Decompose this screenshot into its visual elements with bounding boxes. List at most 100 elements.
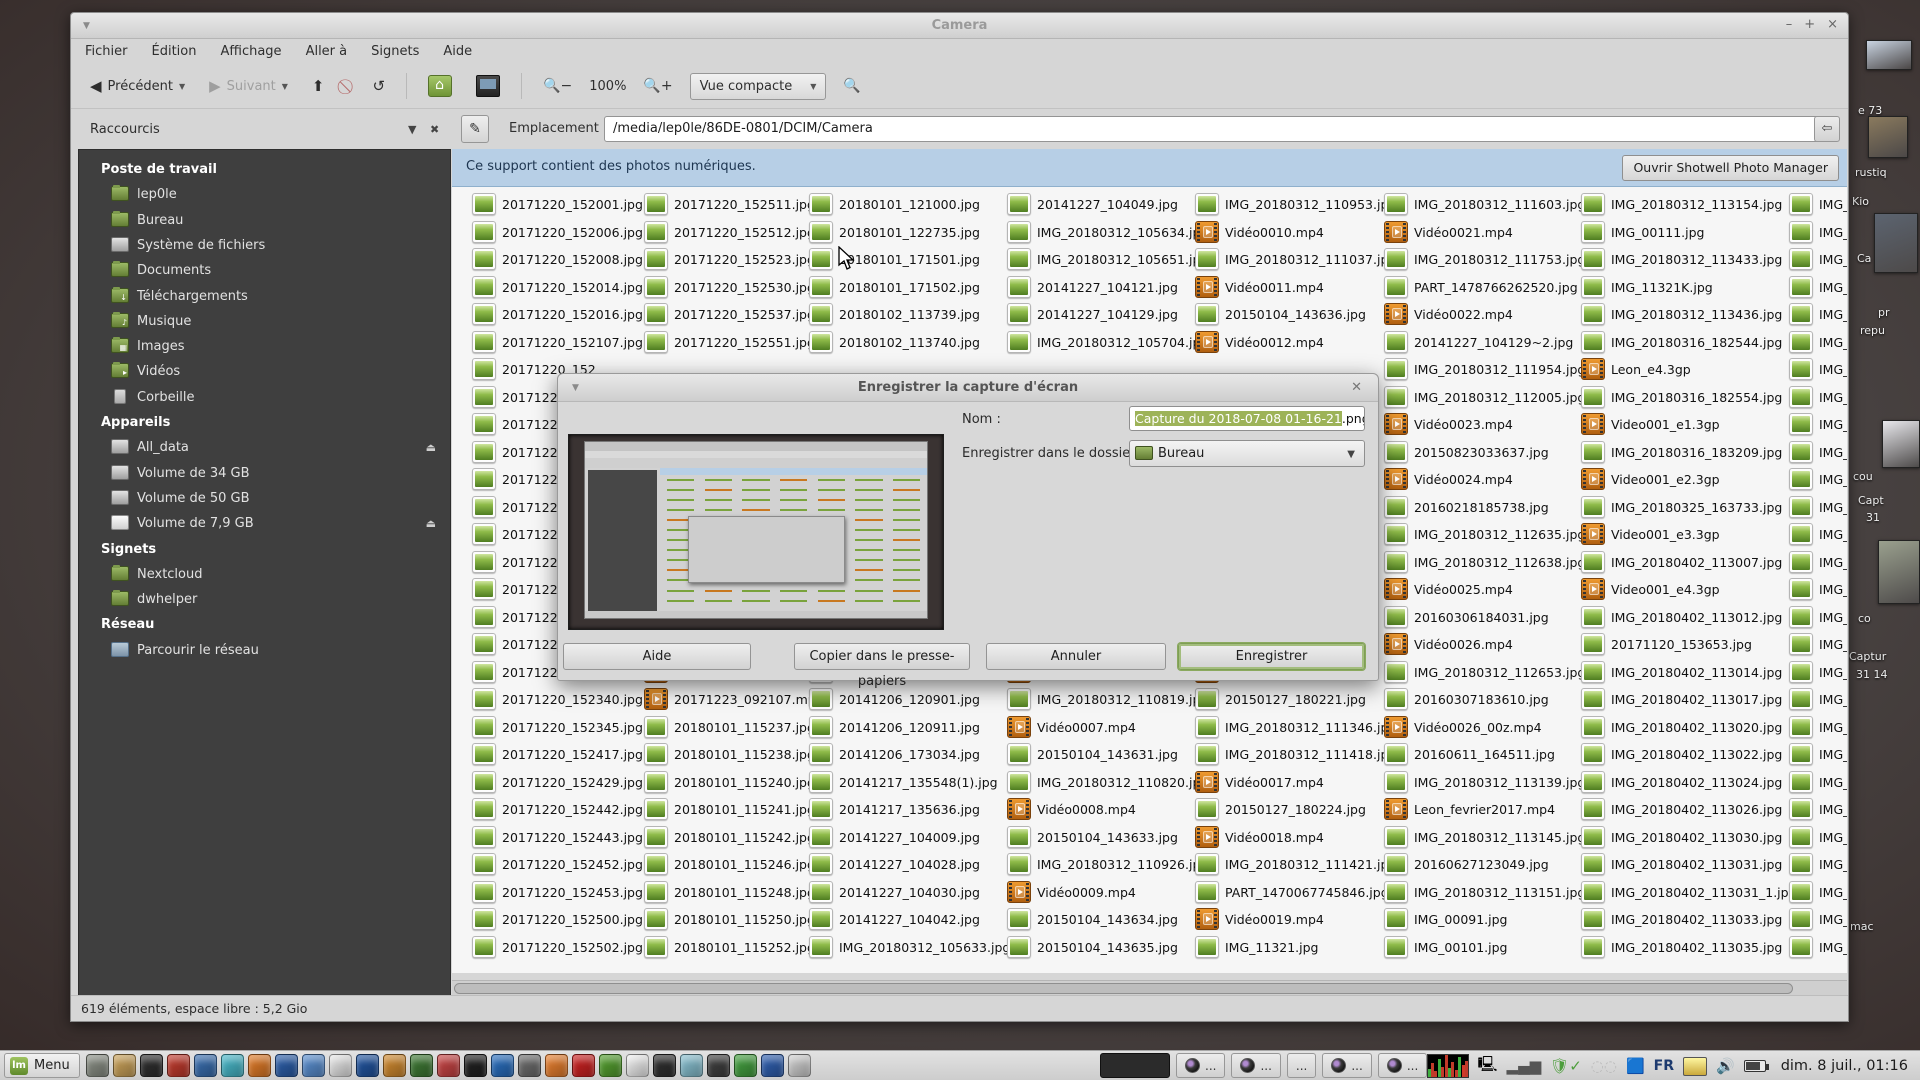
file-item[interactable]: IMG_201 (1789, 551, 1847, 577)
file-item[interactable]: IMG_201 (1789, 881, 1847, 907)
desktop-icon-thumbnail[interactable] (1882, 420, 1920, 468)
file-item[interactable]: IMG_201 (1789, 578, 1847, 604)
desktop-icon-label[interactable]: e 73 (1858, 104, 1882, 117)
sidebar-item-documents[interactable]: Documents (79, 259, 450, 284)
launcher-icon-21[interactable] (653, 1054, 676, 1077)
file-item[interactable]: IMG_201 (1789, 523, 1847, 549)
file-item[interactable]: IMG_201 (1789, 853, 1847, 879)
sidebar-item-vid-os[interactable]: ▸Vidéos (79, 360, 450, 385)
launcher-icon-22[interactable] (680, 1054, 703, 1077)
folder-select[interactable]: Bureau ▼ (1129, 440, 1365, 467)
view-mode-select[interactable]: Vue compacte▼ (690, 73, 827, 100)
taskbar-window-button-5[interactable]: ... (1378, 1053, 1427, 1078)
forward-dropdown-icon[interactable]: ▼ (282, 82, 288, 91)
launcher-icon-5[interactable] (221, 1054, 244, 1077)
menu-item-2[interactable]: Affichage (220, 44, 281, 59)
desktop-icon-label[interactable]: cou (1853, 470, 1873, 483)
file-item[interactable]: IMG_201 (1789, 633, 1847, 659)
sidebar-item-all-data[interactable]: All_data⏏ (79, 436, 450, 461)
desktop-icon-label[interactable]: 31 14 (1856, 668, 1888, 681)
location-go-button[interactable]: ⇦ (1814, 116, 1840, 142)
battery-icon[interactable] (1744, 1060, 1766, 1072)
stop-button[interactable]: ⃠ (342, 72, 356, 100)
file-item[interactable]: IMG_201 (1789, 413, 1847, 439)
signal-bars-icon[interactable]: ▂▄▆ (1507, 1057, 1542, 1075)
sidebar-item-t-l-chargements[interactable]: ↓Téléchargements (79, 285, 450, 310)
menu-item-4[interactable]: Signets (371, 44, 419, 59)
sidebar-item-dwhelper[interactable]: dwhelper (79, 588, 450, 613)
launcher-icon-13[interactable] (437, 1054, 460, 1077)
menu-item-1[interactable]: Édition (152, 44, 197, 59)
desktop-icon-label[interactable]: rustiq (1855, 166, 1887, 179)
cancel-button[interactable]: Annuler (986, 643, 1166, 670)
desktop-icon-thumbnail[interactable] (1868, 116, 1908, 158)
sidebar-item-volume-de-7-9-gb[interactable]: Volume de 7,9 GB⏏ (79, 512, 450, 537)
back-button[interactable]: ◀ Précédent▼ (83, 72, 192, 100)
file-item[interactable]: IMG_201 (1789, 303, 1847, 329)
file-item[interactable]: IMG_201 (1789, 743, 1847, 769)
home-button[interactable] (421, 70, 459, 102)
computer-button[interactable] (469, 70, 507, 102)
launcher-icon-23[interactable] (707, 1054, 730, 1077)
launcher-icon-9[interactable] (329, 1054, 352, 1077)
sidebar-item-bureau[interactable]: Bureau (79, 209, 450, 234)
bluetooth-icon[interactable]: 🟦 (1626, 1057, 1645, 1075)
desktop-icon-label[interactable]: Captur (1849, 650, 1886, 663)
dialog-titlebar[interactable]: ▼ Enregistrer la capture d'écran ✕ (558, 374, 1378, 402)
help-button[interactable]: Aide (563, 643, 751, 670)
monitor-tray-icon[interactable]: 🖳 (1478, 1054, 1498, 1079)
screenshot-tray-icon[interactable] (1683, 1057, 1707, 1076)
sidebar-item-syst-me-de-fichiers[interactable]: Système de fichiers (79, 234, 450, 259)
location-input[interactable]: /media/lep0le/86DE-0801/DCIM/Camera (604, 116, 1819, 142)
file-item[interactable]: IMG_201 (1789, 826, 1847, 852)
horizontal-scrollbar[interactable] (452, 980, 1847, 995)
file-item[interactable]: IMG_201 (1789, 936, 1847, 962)
sidebar-item-lep0le[interactable]: lep0le (79, 183, 450, 208)
sidebar-item-images[interactable]: ▦Images (79, 335, 450, 360)
window-titlebar[interactable]: ▼ Camera – + × (71, 13, 1848, 39)
edit-location-button[interactable]: ✎ (461, 115, 489, 143)
update-shield-icon[interactable]: 🛡✓ (1550, 1057, 1582, 1075)
system-monitor-graph[interactable] (1427, 1054, 1469, 1078)
menu-button[interactable]: lm Menu (4, 1053, 80, 1078)
launcher-icon-0[interactable] (86, 1054, 109, 1077)
up-button[interactable]: ⬆ (305, 72, 332, 100)
sidebar-item-volume-de-34-gb[interactable]: Volume de 34 GB (79, 462, 450, 487)
copy-clipboard-button[interactable]: Copier dans le presse-papiers (794, 643, 970, 670)
launcher-icon-10[interactable] (356, 1054, 379, 1077)
desktop-icon-thumbnail[interactable] (1878, 540, 1920, 604)
file-item[interactable]: IMG_201 (1789, 193, 1847, 219)
taskbar-window-button-3[interactable]: ... (1287, 1053, 1316, 1078)
sidebar-item-nextcloud[interactable]: Nextcloud (79, 563, 450, 588)
desktop-icon-thumbnail[interactable] (1874, 213, 1918, 273)
zoom-in-button[interactable]: 🔍+ (636, 73, 679, 99)
forward-button[interactable]: ▶ Suivant▼ (202, 72, 295, 100)
desktop-icon-label[interactable]: Capt (1858, 494, 1884, 507)
launcher-icon-20[interactable] (626, 1054, 649, 1077)
zoom-out-button[interactable]: 🔍− (536, 73, 579, 99)
menu-item-5[interactable]: Aide (443, 44, 472, 59)
launcher-icon-14[interactable] (464, 1054, 487, 1077)
launcher-icon-19[interactable] (599, 1054, 622, 1077)
launcher-icon-16[interactable] (518, 1054, 541, 1077)
dialog-close-icon[interactable]: ✕ (1351, 380, 1362, 395)
launcher-icon-1[interactable] (113, 1054, 136, 1077)
search-button[interactable]: 🔍 (836, 73, 867, 99)
desktop-icon-label[interactable]: mac (1850, 920, 1874, 933)
scrollbar-thumb[interactable] (454, 983, 1793, 994)
file-item[interactable]: IMG_201 (1789, 441, 1847, 467)
file-item[interactable]: IMG_201 (1789, 248, 1847, 274)
launcher-icon-15[interactable] (491, 1054, 514, 1077)
file-item[interactable]: IMG_201 (1789, 358, 1847, 384)
eject-icon[interactable]: ⏏ (426, 441, 436, 454)
desktop-icon-label[interactable]: co (1858, 612, 1871, 625)
file-item[interactable]: IMG_201 (1789, 221, 1847, 247)
desktop-icon-label[interactable]: repu (1860, 324, 1885, 337)
launcher-icon-4[interactable] (194, 1054, 217, 1077)
menu-item-0[interactable]: Fichier (85, 44, 128, 59)
file-item[interactable]: IMG_201 (1789, 386, 1847, 412)
minimize-button[interactable]: – (1786, 17, 1793, 32)
desktop-icon-thumbnail[interactable] (1866, 40, 1912, 70)
file-item[interactable]: IMG_201 (1789, 496, 1847, 522)
filename-input[interactable]: Capture du 2018-07-08 01-16-21.png (1129, 406, 1365, 431)
